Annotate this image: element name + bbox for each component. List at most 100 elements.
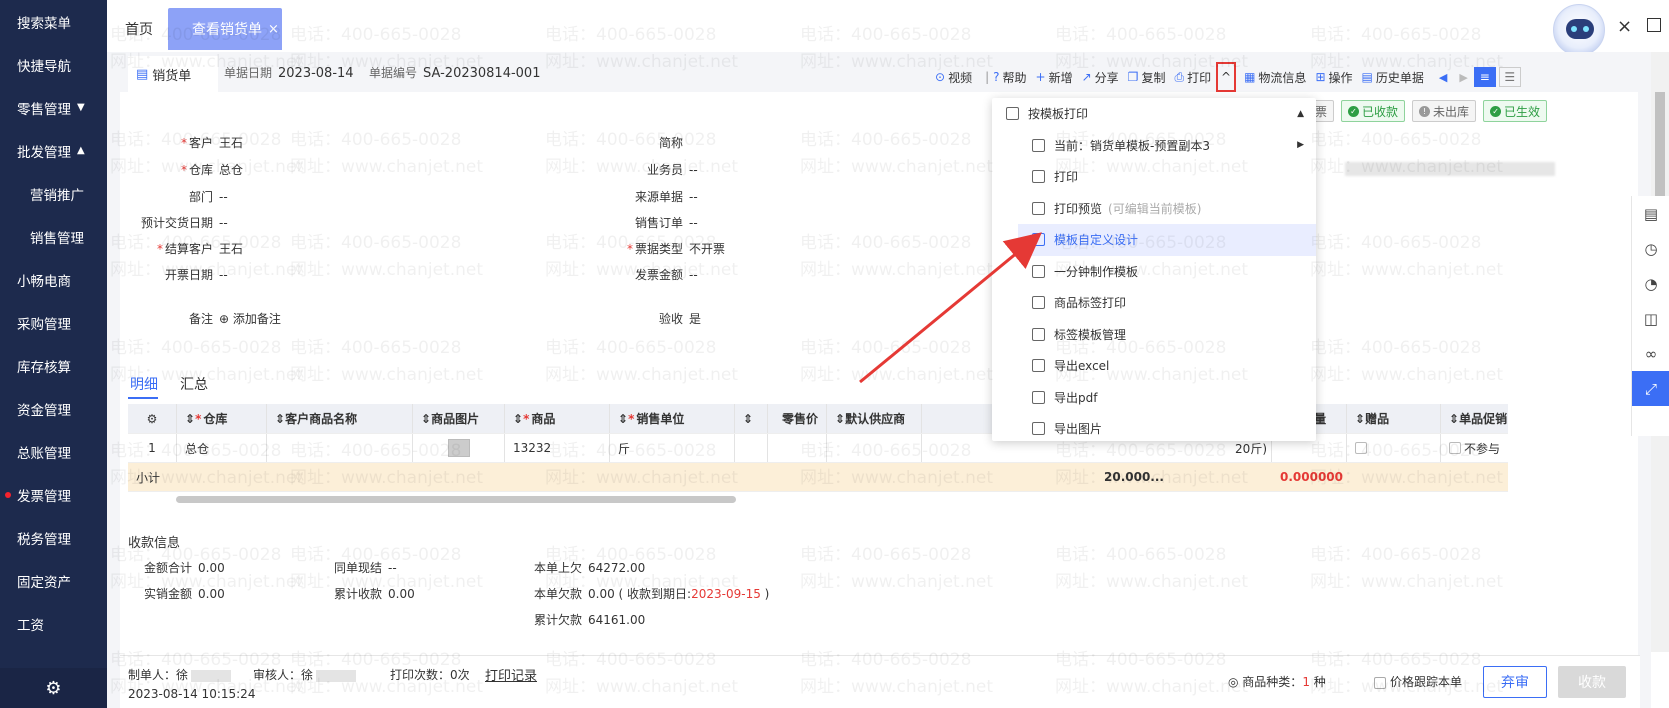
cell-image[interactable]	[413, 434, 505, 462]
dropdown-item[interactable]: 当前：销货单模板-预置副本3 ▶	[992, 130, 1316, 162]
tab-close-icon[interactable]: ×	[268, 22, 279, 37]
dropdown-item[interactable]: 导出excel	[992, 350, 1316, 382]
prev-arrow-icon[interactable]: ◀	[1439, 71, 1447, 84]
history-button[interactable]: ▤ 历史单据	[1362, 69, 1424, 86]
logistics-button[interactable]: ▦ 物流信息	[1244, 69, 1306, 86]
cell-unit[interactable]: 斤	[610, 434, 735, 462]
cell-supplier[interactable]	[827, 434, 922, 462]
doc-number: 单据编号 SA-20230814-001	[369, 66, 541, 81]
col-product[interactable]: ⇕ * 商品	[505, 404, 610, 433]
sidebar-item[interactable]: 工资	[0, 602, 107, 645]
col-default-supplier[interactable]: ⇕ 默认供应商	[827, 404, 922, 433]
promotion-checkbox[interactable]	[1449, 442, 1461, 454]
dropdown-item[interactable]: 一分钟制作模板	[992, 256, 1316, 288]
dd-template-print-header[interactable]: 按模板打印 ▲	[992, 98, 1316, 130]
print-button[interactable]: ⎙ 打印	[1174, 69, 1211, 86]
tab-view-sales-order[interactable]: 查看销货单 ×	[168, 8, 282, 50]
col-gift[interactable]: ⇕ 赠品	[1347, 404, 1441, 433]
detail-view-icon[interactable]: ☰	[1498, 67, 1521, 87]
col-product-image[interactable]: ⇕ 商品图片	[413, 404, 505, 433]
receive-button[interactable]: 收款	[1558, 666, 1626, 698]
cell-gift[interactable]	[1347, 434, 1441, 462]
sidebar-item[interactable]: 批发管理 ▲	[0, 129, 107, 172]
sidebar-item[interactable]: 资金管理	[0, 387, 107, 430]
sidebar-item-label: 税务管理	[17, 531, 71, 548]
print-log-link[interactable]: 打印记录	[485, 665, 537, 684]
dropdown-item-label: 标签模板管理	[1054, 327, 1127, 342]
col-warehouse[interactable]: ⇕ * 仓库	[177, 404, 267, 433]
copy-button[interactable]: ❐ 复制	[1128, 69, 1166, 86]
cell-retail[interactable]	[768, 434, 827, 462]
cell-promotion[interactable]: 不参与	[1441, 434, 1508, 462]
doc-tab-label: 销货单	[152, 68, 192, 84]
settings-gear-icon[interactable]: ⚙	[0, 668, 107, 708]
link-icon[interactable]: ∞	[1632, 336, 1669, 371]
column-settings-icon[interactable]: ⚙	[128, 404, 177, 433]
notes-icon[interactable]: ▤	[1632, 196, 1669, 231]
logistics-icon: ▦	[1244, 70, 1256, 84]
next-arrow-icon[interactable]: ▶	[1459, 71, 1467, 84]
col-sort[interactable]: ⇕	[735, 404, 768, 433]
assistant-robot-icon[interactable]	[1553, 4, 1605, 56]
add-button[interactable]: + 新增	[1036, 69, 1073, 86]
gift-checkbox[interactable]	[1355, 442, 1367, 454]
sidebar-item[interactable]: 销售管理	[0, 215, 107, 258]
cell-customer-product[interactable]	[267, 434, 413, 462]
col-retail-price[interactable]: 零售价	[768, 404, 827, 433]
sidebar-item[interactable]: 零售管理 ▼	[0, 86, 107, 129]
sidebar-item[interactable]: 采购管理	[0, 301, 107, 344]
history-icon[interactable]: ◷	[1632, 231, 1669, 266]
dropdown-item[interactable]: 标签模板管理	[992, 319, 1316, 351]
window-maximize-icon[interactable]	[1647, 18, 1661, 32]
sidebar-item[interactable]: 发票管理	[0, 473, 107, 516]
menu-item-icon	[1032, 201, 1045, 215]
operations-button[interactable]: ⊞ 操作	[1315, 69, 1352, 86]
dropdown-item[interactable]: 模板自定义设计	[1018, 224, 1316, 256]
sidebar-item[interactable]: 营销推广	[0, 172, 107, 215]
document-icon: ▤	[136, 66, 149, 82]
sidebar-item[interactable]: 搜索菜单	[0, 0, 107, 43]
dropdown-item[interactable]: 打印	[992, 161, 1316, 193]
add-remark-link[interactable]: ⊕ 添加备注	[219, 312, 281, 326]
coupon-icon[interactable]: ◫	[1632, 301, 1669, 336]
menu-item-icon	[1032, 327, 1045, 341]
table-hscrollbar[interactable]	[128, 494, 1508, 504]
abandon-review-button[interactable]: 弃审	[1483, 666, 1547, 698]
dropdown-item[interactable]: 导出pdf	[992, 382, 1316, 414]
help-button[interactable]: ? 帮助	[993, 69, 1026, 86]
dropdown-item-label: 商品标签打印	[1054, 296, 1127, 311]
sidebar-item-label: 营销推广	[30, 187, 84, 204]
doc-tab-sales[interactable]: ▤ 销货单	[128, 56, 218, 92]
share-button[interactable]: ↗ 分享	[1082, 69, 1119, 86]
video-button[interactable]: ⊙ 视频	[935, 69, 972, 86]
list-view-icon[interactable]: ≡	[1473, 67, 1496, 87]
field-delivery-date: 预计交货日期 --	[140, 216, 228, 230]
window-close-icon[interactable]: ×	[1617, 16, 1632, 37]
status-badge: ✓ 已生效	[1483, 100, 1548, 122]
sidebar-item-label: 批发管理	[17, 144, 71, 161]
sidebar-item[interactable]: 总账管理	[0, 430, 107, 473]
expand-icon[interactable]: ⤢	[1632, 371, 1669, 406]
scroll-thumb[interactable]	[176, 496, 736, 503]
sidebar-item[interactable]: 快捷导航	[0, 43, 107, 86]
owe-icon[interactable]: ◔	[1632, 266, 1669, 301]
col-promotion[interactable]: ⇕ 单品促销	[1441, 404, 1508, 433]
dropdown-item[interactable]: 导出图片	[992, 413, 1316, 445]
price-track-checkbox[interactable]: 价格跟踪本单	[1374, 673, 1462, 690]
col-sales-unit[interactable]: ⇕ * 销售单位	[610, 404, 735, 433]
cell-product[interactable]: 13232	[505, 434, 610, 462]
sidebar-item[interactable]: 小畅电商	[0, 258, 107, 301]
sidebar-item[interactable]: 库存核算	[0, 344, 107, 387]
tab-summary[interactable]: 汇总	[180, 374, 208, 394]
dropdown-item[interactable]: 打印预览 (可编辑当前模板)	[992, 193, 1316, 225]
sidebar-item[interactable]: 税务管理	[0, 516, 107, 559]
print-menu-chevron-up-icon[interactable]: ^	[1216, 62, 1237, 92]
sidebar-item[interactable]: 固定资产	[0, 559, 107, 602]
sidebar-item-label: 工资	[17, 617, 44, 634]
cell-warehouse[interactable]: 总仓	[177, 434, 267, 462]
dropdown-item-label: 导出图片	[1054, 422, 1103, 437]
tab-home[interactable]: 首页	[117, 10, 161, 48]
tab-detail[interactable]: 明细	[130, 374, 158, 394]
dropdown-item[interactable]: 商品标签打印	[992, 287, 1316, 319]
col-customer-product[interactable]: ⇕ 客户商品名称	[267, 404, 413, 433]
